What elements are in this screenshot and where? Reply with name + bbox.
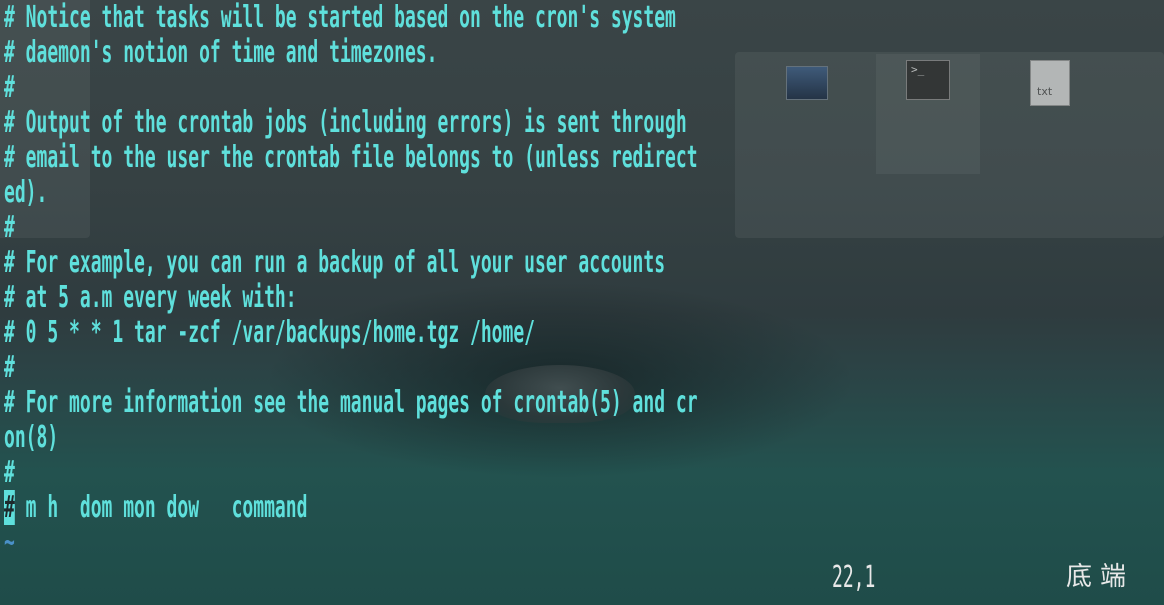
text-file-icon-label: txt (1037, 85, 1053, 98)
editor-line: # email to the user the crontab file bel… (4, 140, 698, 175)
editor-line: # For example, you can run a backup of a… (4, 245, 666, 280)
desktop-screen: txt # Notice that tasks will be started … (0, 0, 1164, 605)
editor-line: # (4, 350, 15, 385)
cursor-position: 22,1 (832, 560, 876, 595)
editor-line: # (4, 455, 15, 490)
editor-line: # For more information see the manual pa… (4, 385, 698, 420)
editor-line: on(8) (4, 420, 59, 455)
terminal-icon (906, 60, 950, 100)
editor-line: # Notice that tasks will be started base… (4, 0, 676, 35)
editor-line: # daemon's notion of time and timezones. (4, 35, 438, 70)
empty-line-tilde: ~ (4, 525, 15, 560)
editor-line: # 0 5 * * 1 tar -zcf /var/backups/home.t… (4, 315, 536, 350)
text-cursor[interactable]: # (4, 490, 15, 525)
editor-line: # (4, 70, 15, 105)
scroll-position: 底端 (1066, 562, 1135, 592)
monitor-icon (786, 66, 828, 100)
editor-line: ed). (4, 175, 48, 210)
editor-line: # at 5 a.m every week with: (4, 280, 297, 315)
editor-line-cursor: # m h dom mon dow command (4, 490, 307, 525)
editor-line-text: m h dom mon dow command (14, 490, 308, 525)
editor-line: # Output of the crontab jobs (including … (4, 105, 687, 140)
editor-line: # (4, 210, 15, 245)
text-file-icon: txt (1030, 60, 1070, 106)
